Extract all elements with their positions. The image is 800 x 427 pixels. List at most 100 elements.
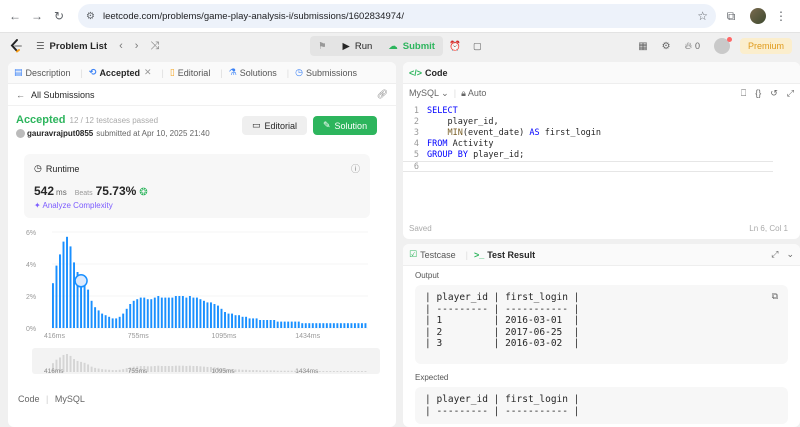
code-line[interactable]: 2 player_id,	[403, 117, 800, 128]
username[interactable]: gauravrajput0855	[27, 129, 93, 138]
problem-list-button[interactable]: ☰ Problem List	[36, 41, 107, 52]
back-icon[interactable]: ←	[6, 7, 24, 25]
code-editor[interactable]: 1 SELECT 2 player_id, 3 MIN(event_date) AS …	[403, 102, 800, 172]
expand-icon[interactable]: ⤢	[787, 88, 794, 99]
overview-bar	[280, 370, 283, 372]
streak-flame-icon[interactable]: 🔥︎	[685, 41, 692, 52]
tab-accepted[interactable]: ⟲ Accepted ✕	[89, 67, 152, 78]
solution-button[interactable]: ✎ Solution	[313, 116, 378, 135]
app-header: ☰ Problem List ‹ › ⤨ ⚑ ▶ Run ☁ Submit ⏰ ▢ …	[0, 33, 800, 59]
browser-menu-icon[interactable]: ⋮	[772, 7, 790, 25]
all-submissions-link[interactable]: All Submissions	[31, 90, 95, 100]
code-line[interactable]: 6	[403, 161, 773, 172]
next-problem-icon[interactable]: ›	[135, 40, 139, 52]
runtime-bar	[245, 316, 248, 328]
play-icon: ▶	[342, 40, 350, 52]
code-text: FROM Activity	[427, 139, 494, 149]
code-line[interactable]: 5 GROUP BY player_id;	[403, 150, 800, 161]
tab-test-result[interactable]: >_ Test Result	[474, 250, 535, 260]
share-link-icon[interactable]: 🔗︎	[377, 89, 388, 100]
site-info-icon[interactable]: ⚙	[86, 11, 95, 22]
overview-bar	[360, 371, 363, 372]
address-bar[interactable]: ⚙ leetcode.com/problems/game-play-analys…	[78, 4, 716, 28]
prev-problem-icon[interactable]: ‹	[119, 40, 123, 52]
tab-submissions[interactable]: ◷ Submissions	[295, 67, 357, 78]
tab-editorial[interactable]: ▯ Editorial	[170, 67, 210, 78]
runtime-bar	[325, 323, 328, 328]
output-label: Output	[415, 271, 440, 280]
runtime-bar	[146, 299, 149, 328]
arrow-left-icon[interactable]: ←	[16, 90, 25, 100]
overview-bar	[336, 371, 339, 372]
timer-button[interactable]: ⏰	[443, 36, 467, 56]
runtime-bar	[304, 323, 307, 328]
tab-description[interactable]: ▤ Description	[14, 67, 71, 78]
analyze-complexity-link[interactable]: ✦ Analyze Complexity	[34, 201, 360, 210]
layout-grid-icon[interactable]: ▦	[638, 41, 647, 52]
overview-bar	[353, 371, 356, 372]
notes-button[interactable]: ▢	[467, 36, 488, 56]
browser-profile-avatar[interactable]	[750, 8, 766, 24]
runtime-bar	[255, 318, 258, 328]
mode-toggle[interactable]: 🔒︎ Auto	[461, 88, 486, 99]
expand-icon[interactable]: ⤢	[771, 249, 778, 260]
overview-bar	[69, 355, 72, 372]
note-icon: ▢	[472, 40, 482, 52]
braces-icon[interactable]: {}	[755, 88, 761, 99]
code-line[interactable]: 3 MIN(event_date) AS first_login	[403, 128, 800, 139]
forward-icon[interactable]: →	[28, 7, 46, 25]
leetcode-logo-icon[interactable]	[8, 38, 24, 54]
bookmark-star-icon[interactable]: ☆	[697, 9, 708, 23]
book-icon: ▯	[169, 67, 175, 77]
debug-button[interactable]: ⚑	[310, 36, 335, 56]
runtime-card[interactable]: ◷ Runtime ⓘ 542 ms Beats 75.73% ❂ ✦ Anal…	[24, 154, 370, 218]
submission-panel: ▤ Description | ⟲ Accepted ✕ | ▯ Editorial |…	[8, 62, 396, 427]
overview-tick-label: 1095ms	[211, 368, 235, 375]
premium-button[interactable]: Premium	[739, 38, 792, 54]
reload-icon[interactable]: ↻	[50, 7, 68, 25]
overview-bar	[164, 366, 167, 372]
url-text: leetcode.com/problems/game-play-analysis…	[102, 10, 404, 22]
code-section-label: Code | MySQL	[18, 394, 85, 404]
overview-bar	[150, 366, 153, 372]
runtime-bar	[294, 321, 297, 328]
code-line[interactable]: 4 FROM Activity	[403, 139, 800, 150]
runtime-bar	[90, 300, 93, 328]
overview-bar	[195, 366, 198, 372]
submit-button[interactable]: ☁ Submit	[380, 36, 443, 56]
editorial-button[interactable]: ▭ Editorial	[242, 116, 308, 135]
tab-testcase[interactable]: ☑ Testcase	[409, 249, 456, 260]
x-tick-label: 1434ms	[295, 333, 320, 340]
collapse-chevron-icon[interactable]: ⌄	[786, 249, 794, 260]
overview-bar	[318, 371, 321, 372]
bookmark-icon[interactable]: ⎕	[741, 88, 746, 99]
output-box: ⧉ | player_id | first_login | | ---------…	[415, 285, 788, 364]
line-number: 5	[413, 150, 419, 160]
copy-icon[interactable]: ⧉	[772, 292, 778, 304]
runtime-bar	[160, 297, 163, 328]
run-button[interactable]: ▶ Run	[334, 36, 381, 56]
info-icon[interactable]: ⓘ	[351, 162, 360, 175]
user-avatar[interactable]	[713, 37, 732, 54]
overview-bar	[339, 371, 342, 372]
line-number: 6	[413, 162, 419, 172]
reset-icon[interactable]: ↺	[770, 88, 778, 99]
runtime-bar	[332, 323, 335, 328]
runtime-bar	[185, 297, 188, 328]
code-line[interactable]: 1 SELECT	[403, 106, 800, 117]
overview-bar	[357, 371, 360, 372]
close-tab-icon[interactable]: ✕	[144, 67, 152, 78]
browser-toolbar: ← → ↻ ⚙ leetcode.com/problems/game-play-…	[0, 0, 800, 33]
runtime-bar	[290, 321, 293, 328]
x-tick-label: 1095ms	[211, 333, 236, 340]
runtime-bar	[220, 308, 223, 328]
settings-gear-icon[interactable]: ⚙	[662, 41, 671, 52]
language-select[interactable]: MySQL ⌄	[409, 88, 449, 99]
extensions-icon[interactable]: ⧉	[722, 7, 740, 25]
overview-bar	[287, 370, 290, 372]
cursor-position: Ln 6, Col 1	[749, 224, 788, 233]
runtime-bar	[315, 323, 318, 328]
tab-code[interactable]: </> Code	[409, 68, 448, 78]
shuffle-icon[interactable]: ⤨	[150, 40, 159, 53]
tab-solutions[interactable]: ⚗ Solutions	[229, 67, 277, 78]
